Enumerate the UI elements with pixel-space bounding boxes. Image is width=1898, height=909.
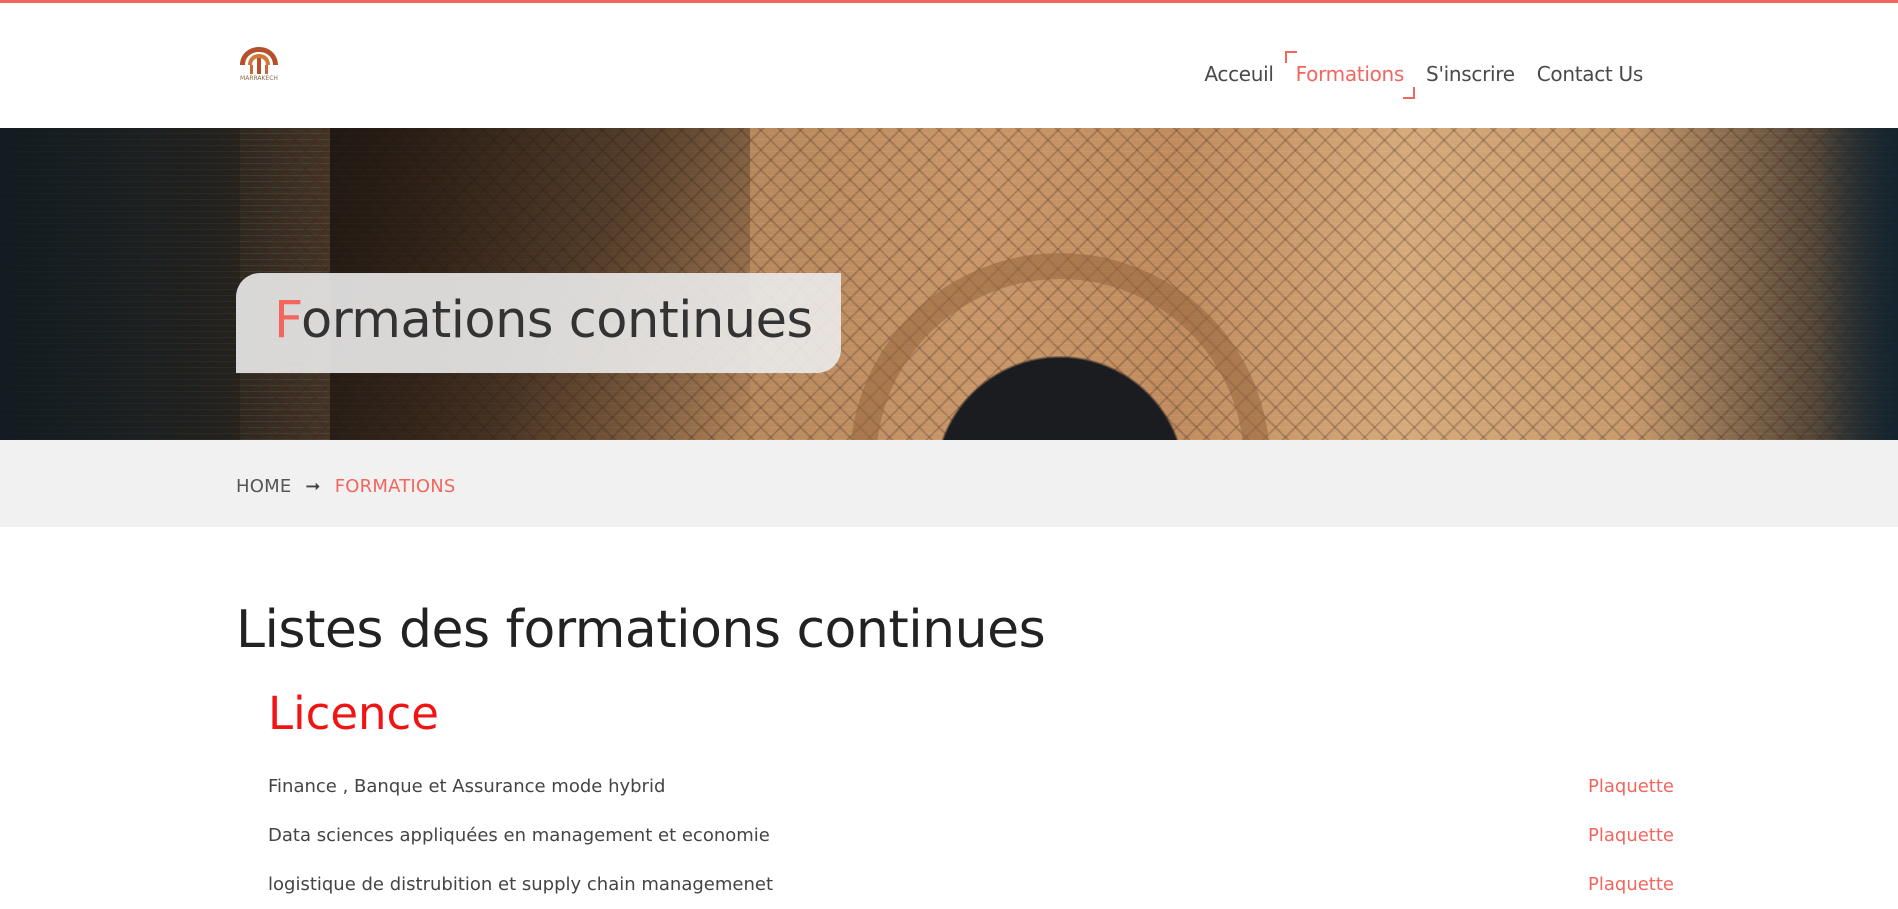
course-name: Data sciences appliquées en management e…: [268, 825, 770, 846]
plaquette-link[interactable]: Plaquette: [1588, 825, 1674, 846]
plaquette-link[interactable]: Plaquette: [1588, 874, 1674, 895]
section-title-licence: Licence: [268, 687, 439, 740]
university-logo-icon: [240, 47, 278, 74]
arrow-right-icon: ➞: [305, 476, 321, 497]
breadcrumb-home-link[interactable]: HOME: [236, 476, 291, 497]
logo-wordmark: MARRAKECH: [240, 75, 278, 82]
page-title: Listes des formations continues: [236, 600, 1046, 660]
list-item: logistique de distrubition et supply cha…: [268, 860, 1674, 909]
nav-item-contact-us[interactable]: Contact Us: [1526, 58, 1654, 90]
hero-right-shade: [1818, 128, 1898, 440]
hero-title-initial: F: [274, 291, 302, 350]
nav-item-acceuil[interactable]: Acceuil: [1193, 58, 1284, 90]
plaquette-link[interactable]: Plaquette: [1588, 776, 1674, 797]
list-item: Data sciences appliquées en management e…: [268, 811, 1674, 860]
breadcrumb-current: FORMATIONS: [334, 476, 456, 497]
main-nav: Acceuil Formations S'inscrire Contact Us: [1193, 51, 1654, 99]
breadcrumb-bar: HOME ➞ FORMATIONS: [0, 440, 1898, 527]
breadcrumb: HOME ➞ FORMATIONS: [236, 476, 456, 497]
hero-left-shade: [0, 128, 240, 440]
list-item: Finance , Banque et Assurance mode hybri…: [268, 762, 1674, 811]
site-header: MARRAKECH Acceuil Formations S'inscrire …: [0, 3, 1898, 128]
hero-title: Formations continues: [274, 291, 841, 351]
nav-item-formations[interactable]: Formations: [1284, 51, 1416, 99]
nav-item-sinscrire[interactable]: S'inscrire: [1415, 58, 1526, 90]
university-logo[interactable]: MARRAKECH: [236, 43, 282, 101]
course-name: Finance , Banque et Assurance mode hybri…: [268, 776, 666, 797]
hero-title-rest: ormations continues: [301, 291, 813, 350]
course-name: logistique de distrubition et supply cha…: [268, 874, 774, 895]
hero-title-box: Formations continues: [236, 273, 841, 373]
hero-banner: Formations continues: [0, 128, 1898, 440]
course-list: Finance , Banque et Assurance mode hybri…: [268, 762, 1674, 909]
main-content: Listes des formations continues Licence …: [236, 600, 1674, 909]
